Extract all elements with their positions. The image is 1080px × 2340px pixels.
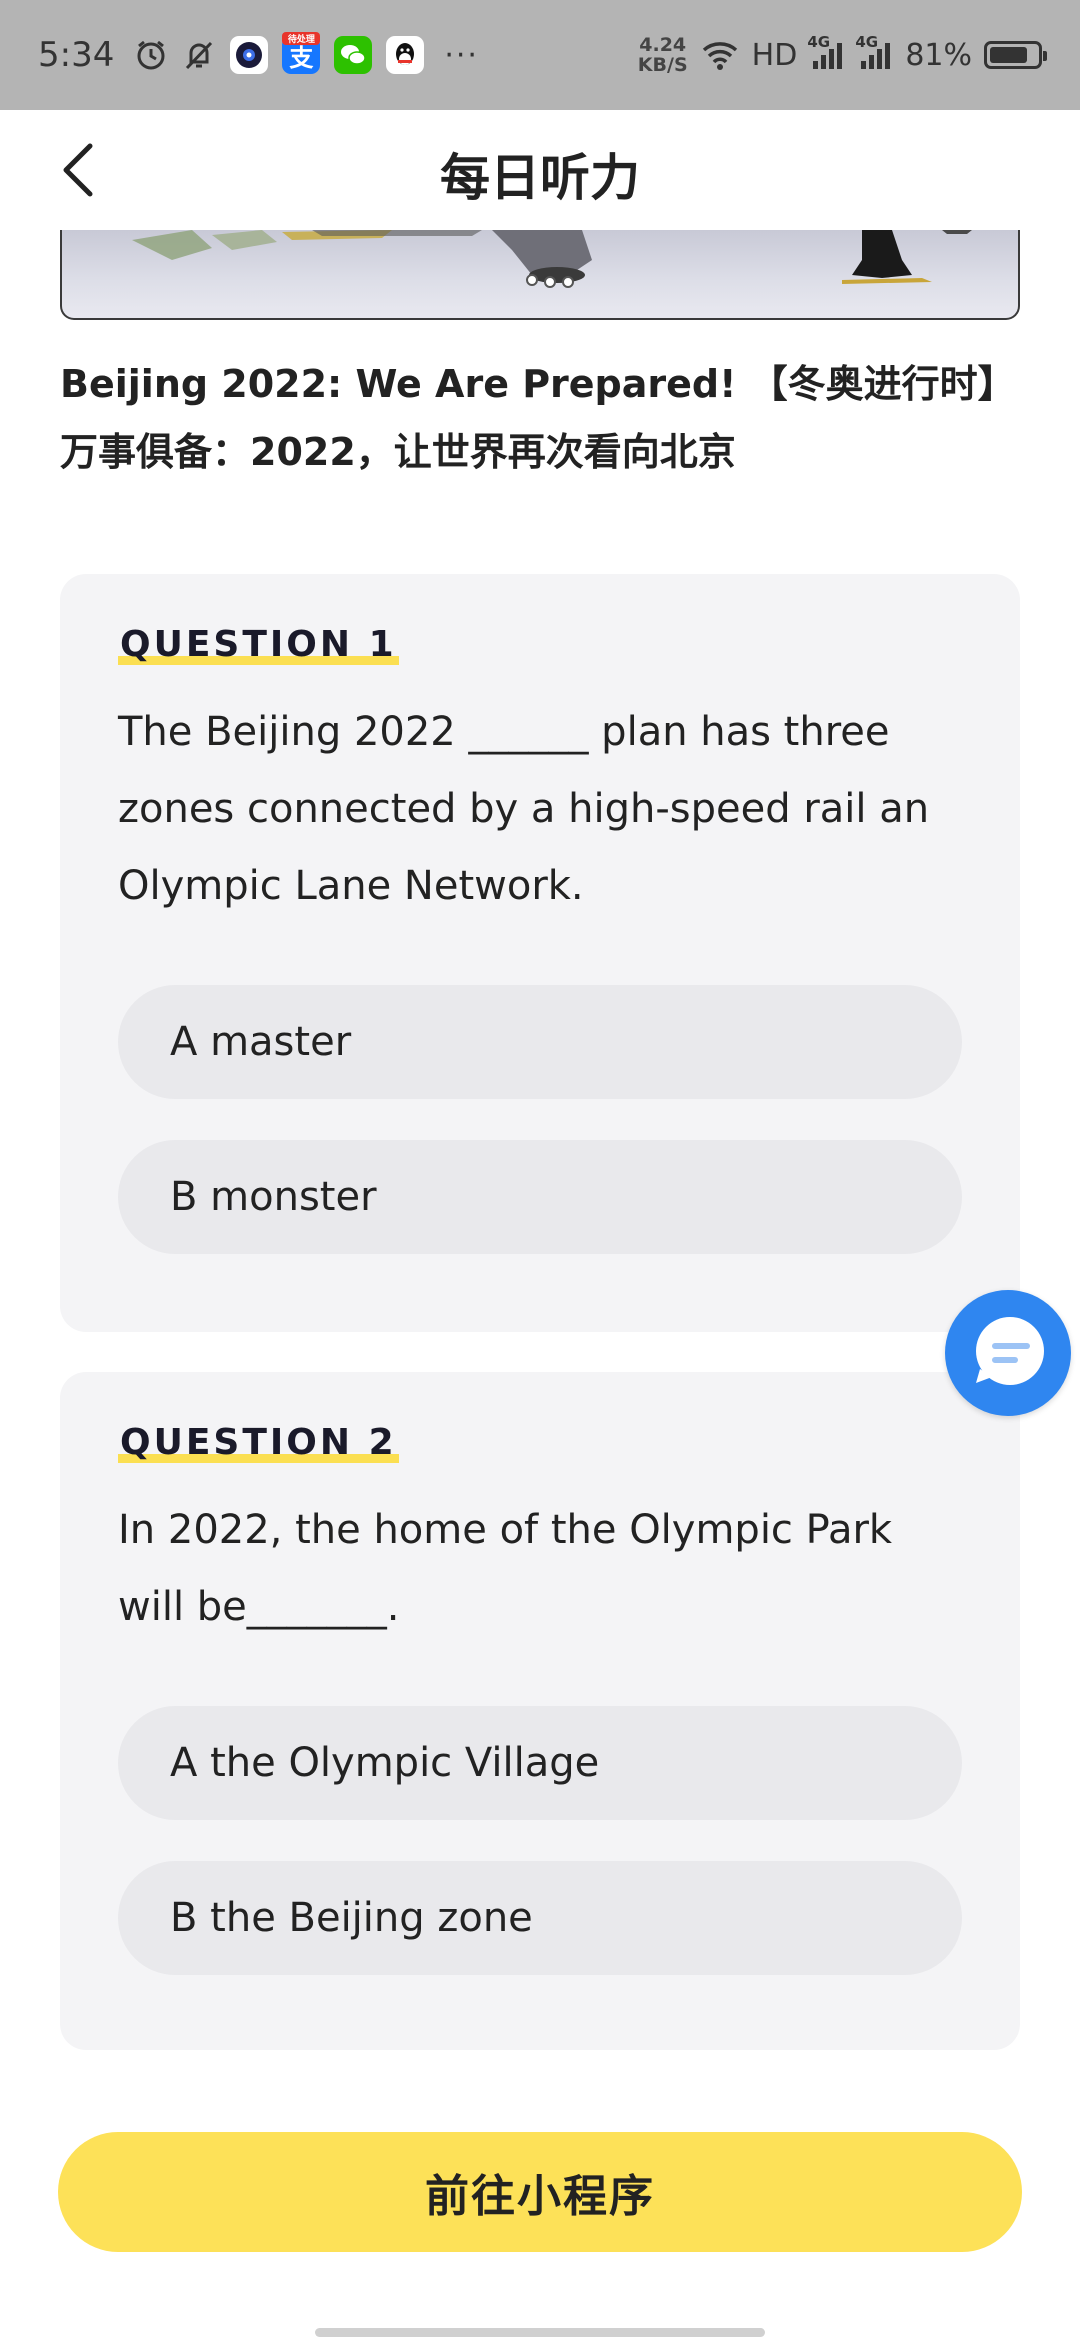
more-notifications-icon: ···: [444, 37, 479, 73]
signal-icon-2: 4G: [855, 33, 893, 71]
net-speed-value: 4.24: [639, 34, 687, 56]
article-title: Beijing 2022: We Are Prepared! 【冬奥进行时】万事…: [60, 362, 1016, 474]
alipay-badge: 待处理: [282, 32, 321, 45]
net-tag-1: 4G: [807, 33, 831, 51]
answer-option-b[interactable]: B the Beijing zone: [118, 1861, 962, 1975]
answer-option-a[interactable]: A the Olympic Village: [118, 1706, 962, 1820]
status-time: 5:34: [38, 35, 115, 75]
battery-percent: 81%: [905, 37, 972, 73]
question-text: The Beijing 2022 ______ plan has three z…: [118, 709, 930, 909]
page-title: 每日听力: [440, 149, 640, 207]
bell-off-icon: [182, 38, 216, 72]
alarm-icon: [134, 38, 168, 72]
net-speed-unit: KB/S: [637, 54, 688, 76]
camera-app-icon: [230, 36, 269, 74]
question-text: In 2022, the home of the Olympic Park wi…: [118, 1507, 893, 1630]
question-label: QUESTION 1: [118, 624, 399, 665]
question-card-1: QUESTION 1 The Beijing 2022 ______ plan …: [60, 574, 1020, 1332]
net-tag-2: 4G: [855, 33, 879, 51]
question-label: QUESTION 2: [118, 1422, 399, 1463]
signal-icon-1: 4G: [807, 33, 845, 71]
answer-option-a[interactable]: A master: [118, 985, 962, 1099]
chat-floating-button[interactable]: [945, 1290, 1071, 1416]
answer-option-b[interactable]: B monster: [118, 1140, 962, 1254]
home-indicator[interactable]: [315, 2328, 765, 2337]
battery-fill: [990, 47, 1028, 63]
status-bar: 5:34 支 待处理 ··· 4.24 KB/S HD 4G 4G 81%: [0, 0, 1080, 110]
wechat-icon: [334, 36, 373, 74]
status-left: 5:34 支 待处理 ···: [38, 32, 479, 75]
alipay-icon: 支 待处理: [282, 32, 321, 74]
status-right: 4.24 KB/S HD 4G 4G 81%: [638, 0, 1047, 110]
open-mini-program-button[interactable]: 前往小程序: [58, 2132, 1022, 2252]
chat-bubble-icon: [976, 1317, 1044, 1385]
net-speed: 4.24 KB/S: [638, 35, 688, 75]
article-cover-image[interactable]: [60, 230, 1020, 320]
hd-label: HD: [751, 37, 798, 73]
battery-icon: [984, 41, 1047, 69]
qq-icon: [386, 36, 425, 74]
nav-header: 每日听力: [0, 110, 1080, 230]
question-card-2: QUESTION 2 In 2022, the home of the Olym…: [60, 1372, 1020, 2050]
wifi-icon: [700, 38, 740, 72]
